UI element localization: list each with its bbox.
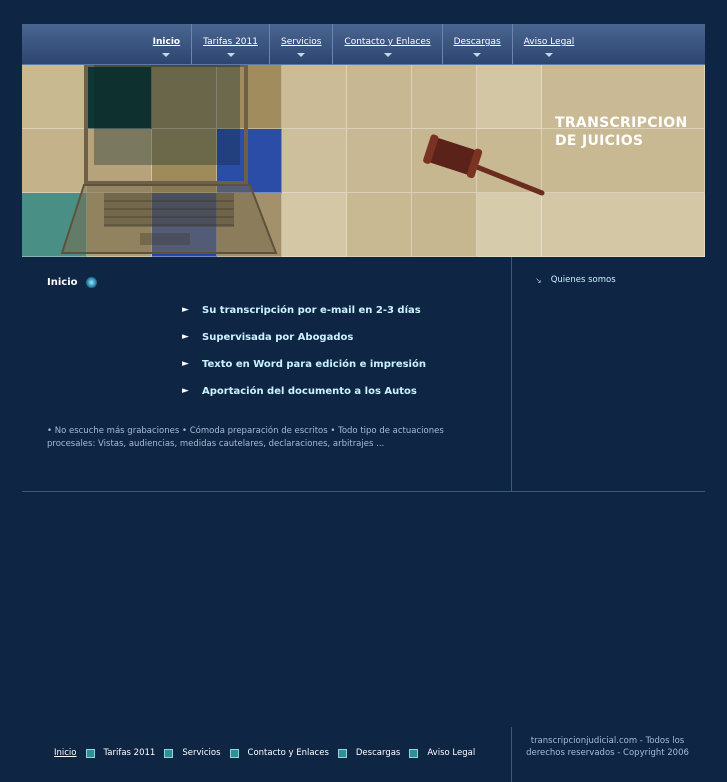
nav-item-label: Descargas xyxy=(453,37,501,47)
triangle-bullet-icon: ► xyxy=(182,305,189,315)
header-banner: TRANSCRIPCION DE JUICIOS xyxy=(22,65,705,257)
sidebar-link-label: Quienes somos xyxy=(550,275,616,285)
square-bullet-icon xyxy=(85,748,95,758)
feature-text: Su transcripción por e-mail en 2-3 días xyxy=(202,305,421,316)
banner-title: TRANSCRIPCION DE JUICIOS xyxy=(555,114,688,150)
page-title: Inicio xyxy=(47,277,97,288)
triangle-bullet-icon: ► xyxy=(182,359,189,369)
chevron-down-icon xyxy=(162,53,171,57)
sidebar-link-quienes-somos[interactable]: ↘ Quienes somos xyxy=(535,275,616,285)
feature-item: ► Su transcripción por e-mail en 2-3 días xyxy=(182,305,426,332)
nav-item-label: Contacto y Enlaces xyxy=(344,37,431,47)
footer-link-descargas[interactable]: Descargas xyxy=(356,748,400,758)
service-description: • No escuche más grabaciones • Cómoda pr… xyxy=(47,426,444,449)
nav-item-label: Servicios xyxy=(281,37,322,47)
page-wrapper: Inicio Tarifas 2011 Servicios Contacto y… xyxy=(22,24,705,782)
nav-item-contacto[interactable]: Contacto y Enlaces xyxy=(332,24,441,64)
square-bullet-icon xyxy=(409,748,419,758)
column-divider xyxy=(511,257,512,492)
footer: Inicio Tarifas 2011 Servicios Contacto y… xyxy=(22,727,705,782)
banner-title-line1: TRANSCRIPCION xyxy=(555,115,688,131)
feature-text: Supervisada por Abogados xyxy=(202,332,354,343)
arrow-down-right-icon: ↘ xyxy=(535,275,542,285)
square-bullet-icon xyxy=(337,748,347,758)
footer-link-aviso-legal[interactable]: Aviso Legal xyxy=(427,748,475,758)
nav-item-inicio[interactable]: Inicio xyxy=(142,24,191,64)
footer-link-tarifas[interactable]: Tarifas 2011 xyxy=(104,748,156,758)
chevron-down-icon xyxy=(297,53,306,57)
nav-item-aviso-legal[interactable]: Aviso Legal xyxy=(511,24,586,64)
banner-title-line2: DE JUICIOS xyxy=(555,133,644,149)
footer-divider xyxy=(22,491,705,492)
copyright-text: transcripcionjudicial.com - Todos los de… xyxy=(526,736,689,758)
bullet-dot-icon xyxy=(85,277,97,288)
gavel-icon xyxy=(423,134,545,196)
nav-item-servicios[interactable]: Servicios xyxy=(269,24,332,64)
laptop-image xyxy=(60,65,278,254)
chevron-down-icon xyxy=(226,53,235,57)
feature-text: Texto en Word para edición e impresión xyxy=(202,359,426,370)
nav-item-label: Inicio xyxy=(152,37,181,47)
feature-text: Aportación del documento a los Autos xyxy=(202,386,417,397)
triangle-bullet-icon: ► xyxy=(182,386,189,396)
feature-item: ► Texto en Word para edición e impresión xyxy=(182,359,426,386)
triangle-bullet-icon: ► xyxy=(182,332,189,342)
square-bullet-icon xyxy=(164,748,174,758)
nav-item-label: Aviso Legal xyxy=(523,37,575,47)
footer-link-inicio[interactable]: Inicio xyxy=(54,748,77,758)
nav-item-tarifas[interactable]: Tarifas 2011 xyxy=(191,24,269,64)
chevron-down-icon xyxy=(544,53,553,57)
nav-item-label: Tarifas 2011 xyxy=(203,37,258,47)
square-bullet-icon xyxy=(229,748,239,758)
feature-item: ► Aportación del documento a los Autos xyxy=(182,386,426,413)
nav-item-descargas[interactable]: Descargas xyxy=(441,24,512,64)
column-divider xyxy=(511,727,512,782)
footer-link-contacto[interactable]: Contacto y Enlaces xyxy=(248,748,329,758)
page-title-text: Inicio xyxy=(47,277,78,288)
footer-link-servicios[interactable]: Servicios xyxy=(182,748,220,758)
top-navigation: Inicio Tarifas 2011 Servicios Contacto y… xyxy=(22,24,705,65)
feature-item: ► Supervisada por Abogados xyxy=(182,332,426,359)
feature-list: ► Su transcripción por e-mail en 2-3 días… xyxy=(182,305,426,413)
chevron-down-icon xyxy=(473,53,482,57)
main-content: Inicio ► Su transcripción por e-mail en 2… xyxy=(22,257,705,492)
chevron-down-icon xyxy=(383,53,392,57)
footer-links: Inicio Tarifas 2011 Servicios Contacto y… xyxy=(54,748,475,758)
